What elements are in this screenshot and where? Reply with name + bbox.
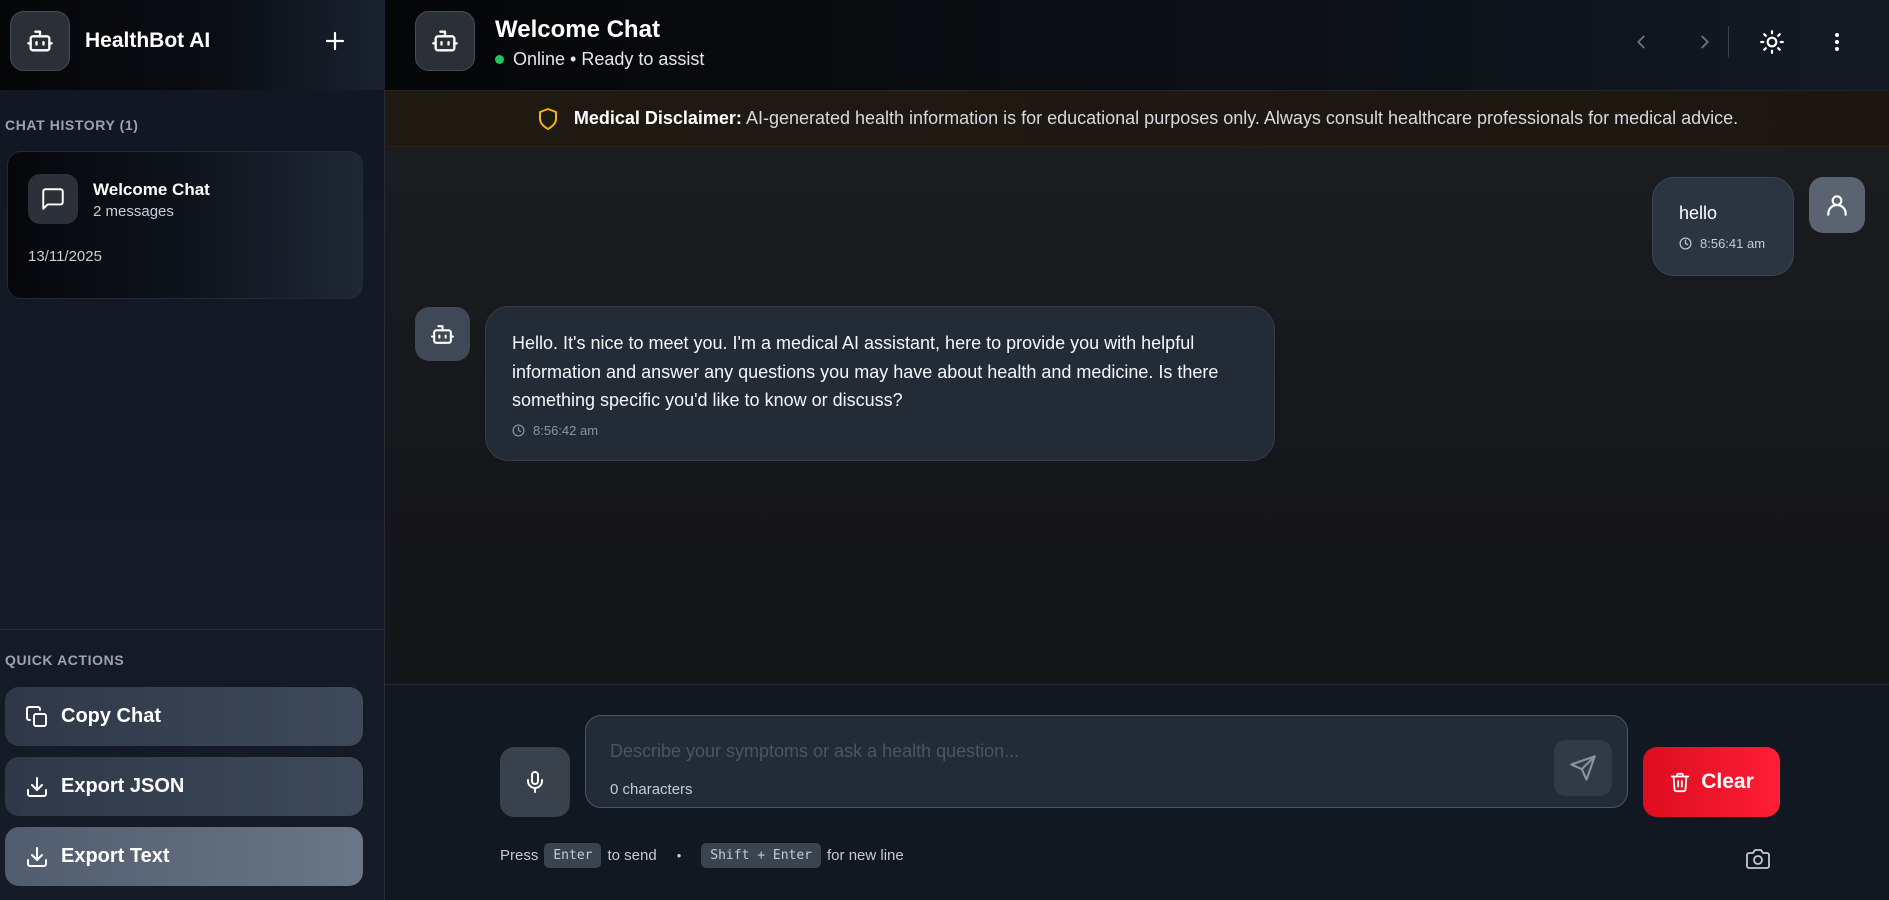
disclaimer-message: Medical Disclaimer: AI-generated health … (574, 108, 1738, 129)
camera-icon (1746, 847, 1770, 871)
user-message-time: 8:56:41 am (1679, 236, 1765, 251)
medical-disclaimer-banner: Medical Disclaimer: AI-generated health … (385, 91, 1889, 147)
bot-message-text: Hello. It's nice to meet you. I'm a medi… (512, 333, 1219, 410)
copy-icon (25, 705, 49, 729)
character-count: 0 characters (610, 781, 693, 798)
message-input[interactable] (610, 738, 1510, 764)
more-options-button[interactable] (1817, 22, 1857, 62)
user-message-bubble: hello 8:56:41 am (1652, 177, 1794, 276)
robot-icon (431, 27, 459, 55)
timestamp: 8:56:41 am (1700, 236, 1766, 251)
chevron-right-icon (1694, 31, 1716, 53)
chat-history-label: CHAT HISTORY (1) (5, 117, 139, 133)
bot-message-avatar (415, 307, 470, 361)
user-icon (1824, 192, 1850, 218)
clear-label: Clear (1701, 770, 1754, 793)
quick-actions-divider (0, 629, 385, 630)
plus-icon (323, 29, 347, 53)
sidebar-header: HealthBot AI (0, 0, 385, 90)
export-json-label: Export JSON (61, 775, 185, 797)
send-button[interactable] (1554, 740, 1612, 796)
user-avatar (1809, 177, 1865, 233)
export-text-label: Export Text (61, 845, 170, 867)
quick-actions-label: QUICK ACTIONS (5, 652, 125, 668)
app-title: HealthBot AI (85, 29, 211, 52)
bot-avatar (415, 11, 475, 71)
robot-icon (26, 27, 54, 55)
robot-icon (430, 322, 455, 347)
chat-messages: hello 8:56:41 am Hello. It's nice to mee… (385, 147, 1889, 684)
disclaimer-text: AI-generated health information is for e… (745, 108, 1739, 128)
chat-status: Online • Ready to assist (495, 49, 704, 70)
bot-message-time: 8:56:42 am (512, 423, 598, 438)
user-message-text: hello (1679, 203, 1718, 223)
chevron-left-icon (1630, 31, 1652, 53)
screenshot-button[interactable] (1740, 841, 1776, 877)
sidebar: HealthBot AI CHAT HISTORY (1) Welcome Ch… (0, 0, 385, 900)
enter-key: Enter (544, 843, 602, 868)
hint-press: Press (500, 847, 539, 864)
status-text: Online • Ready to assist (513, 49, 705, 69)
more-vertical-icon (1825, 30, 1849, 54)
shield-icon (536, 107, 560, 131)
theme-toggle-button[interactable] (1752, 22, 1792, 62)
history-item-date: 13/11/2025 (28, 248, 102, 265)
history-item-title: Welcome Chat (93, 180, 210, 199)
voice-input-button[interactable] (500, 747, 570, 817)
message-square-icon (40, 186, 66, 212)
shift-enter-key: Shift + Enter (701, 843, 822, 868)
hint-bullet: • (676, 848, 682, 863)
chat-header: Welcome Chat Online • Ready to assist (385, 0, 1889, 91)
chat-history-item[interactable]: Welcome Chat 2 messages 13/11/2025 (7, 151, 363, 299)
history-item-count: 2 messages (93, 203, 174, 220)
clear-button[interactable]: Clear (1643, 747, 1780, 817)
clock-icon (512, 424, 525, 437)
new-chat-button[interactable] (316, 22, 354, 60)
clock-icon (1679, 237, 1692, 250)
hint-new-line: for new line (827, 847, 904, 864)
send-icon (1569, 754, 1597, 782)
bot-message-bubble: Hello. It's nice to meet you. I'm a medi… (485, 306, 1275, 461)
next-button[interactable] (1685, 22, 1725, 62)
timestamp: 8:56:42 am (533, 423, 599, 438)
online-indicator (495, 55, 504, 64)
trash-icon (1669, 771, 1691, 793)
keyboard-hint: Press Enter to send • Shift + Enter for … (500, 843, 904, 868)
previous-button[interactable] (1621, 22, 1661, 62)
hint-to-send: to send (607, 847, 657, 864)
copy-chat-button[interactable]: Copy Chat (5, 687, 363, 746)
message-input-box: 0 characters (585, 715, 1628, 808)
message-composer: 0 characters Clear Press Enter to send •… (385, 684, 1889, 900)
sun-icon (1759, 29, 1785, 55)
chat-title: Welcome Chat (495, 16, 660, 43)
app-logo (10, 11, 70, 71)
microphone-icon (523, 770, 547, 794)
history-item-icon (28, 174, 78, 224)
toolbar-divider (1728, 26, 1729, 57)
download-icon (25, 775, 49, 799)
export-json-button[interactable]: Export JSON (5, 757, 363, 816)
disclaimer-label: Medical Disclaimer: (573, 108, 742, 128)
download-icon (25, 845, 49, 869)
copy-chat-label: Copy Chat (61, 705, 161, 727)
export-text-button[interactable]: Export Text (5, 827, 363, 886)
